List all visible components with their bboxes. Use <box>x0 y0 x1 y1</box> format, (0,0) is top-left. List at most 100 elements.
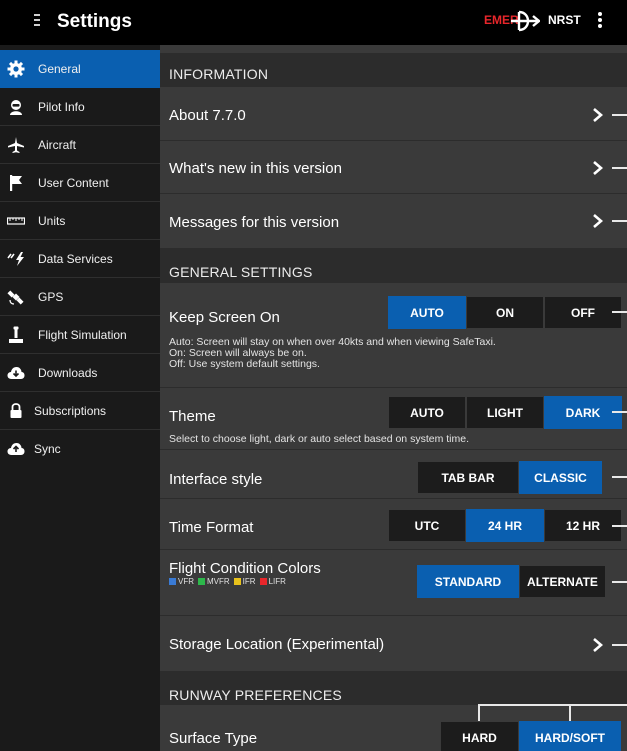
theme-desc: Select to choose light, dark or auto sel… <box>169 433 469 445</box>
time-12hr-button[interactable]: 12 HR <box>544 509 622 542</box>
surface-hard-soft-button[interactable]: HARD/SOFT <box>519 721 621 751</box>
about-label: About 7.7.0 <box>169 107 246 124</box>
callout-line <box>478 704 627 706</box>
chevron-right-icon <box>593 108 603 122</box>
callout-line <box>612 167 627 169</box>
joystick-icon <box>7 326 25 344</box>
satellite-icon <box>7 288 25 306</box>
interface-tab-bar-button[interactable]: TAB BAR <box>417 461 519 494</box>
chevron-right-icon <box>593 214 603 228</box>
sidebar-item-label: GPS <box>38 290 64 304</box>
keep-screen-off-button[interactable]: OFF <box>544 296 622 329</box>
flag-icon <box>7 174 25 192</box>
sidebar-item-downloads[interactable]: Downloads <box>0 354 160 392</box>
sidebar-item-units[interactable]: Units <box>0 202 160 240</box>
cloud-download-icon <box>7 364 25 382</box>
keep-screen-on-segmented: AUTO ON OFF <box>388 296 622 329</box>
surface-hard-button[interactable]: HARD <box>440 721 519 751</box>
pilot-icon <box>7 98 25 116</box>
surface-type-label: Surface Type <box>169 730 258 747</box>
section-header-information: INFORMATION <box>160 53 627 87</box>
sidebar-item-user-content[interactable]: User Content <box>0 164 160 202</box>
interface-classic-button[interactable]: CLASSIC <box>519 461 602 494</box>
storage-location-row[interactable]: Storage Location (Experimental) <box>160 616 627 671</box>
keep-screen-on-button[interactable]: ON <box>466 296 544 329</box>
messages-label: Messages for this version <box>169 214 340 231</box>
top-bar: Settings EMER NRST <box>0 0 627 45</box>
interface-style-row: Interface style TAB BAR CLASSIC <box>160 450 627 499</box>
sidebar-item-label: Aircraft <box>38 138 77 152</box>
sidebar-item-flight-simulation[interactable]: Flight Simulation <box>0 316 160 354</box>
section-title: INFORMATION <box>169 66 269 82</box>
callout-line <box>612 525 627 527</box>
sidebar-item-general[interactable]: General <box>0 50 160 88</box>
about-row[interactable]: About 7.7.0 <box>160 87 627 141</box>
section-header-runway: RUNWAY PREFERENCES <box>160 671 627 705</box>
interface-style-label: Interface style <box>169 471 263 488</box>
sidebar-item-pilot-info[interactable]: Pilot Info <box>0 88 160 126</box>
sidebar-item-label: Downloads <box>38 366 98 380</box>
lock-icon <box>7 402 25 420</box>
keep-screen-on-label: Keep Screen On <box>169 309 280 326</box>
theme-segmented: AUTO LIGHT DARK <box>388 396 622 429</box>
surface-type-segmented: HARD HARD/SOFT <box>440 721 621 751</box>
callout-line <box>569 704 571 721</box>
section-title: GENERAL SETTINGS <box>169 264 313 280</box>
nearest-button[interactable]: NRST <box>548 13 581 27</box>
lifr-swatch <box>259 578 267 585</box>
airplane-icon <box>7 136 25 154</box>
callout-line <box>612 220 627 222</box>
sidebar-item-gps[interactable]: GPS <box>0 278 160 316</box>
sidebar-item-label: General <box>38 62 81 76</box>
callout-line <box>612 114 627 116</box>
flight-condition-legend: VFR MVFR IFR LIFR <box>169 577 290 586</box>
sidebar-item-label: Sync <box>34 442 61 456</box>
ruler-icon <box>7 212 25 230</box>
theme-light-button[interactable]: LIGHT <box>466 396 544 429</box>
mvfr-label: MVFR <box>207 577 230 586</box>
sidebar-item-subscriptions[interactable]: Subscriptions <box>0 392 160 430</box>
theme-auto-button[interactable]: AUTO <box>388 396 466 429</box>
settings-content: INFORMATION About 7.7.0 What's new in th… <box>160 45 627 751</box>
cloud-sync-icon <box>7 440 25 458</box>
sidebar-item-label: Pilot Info <box>38 100 85 114</box>
theme-row: Theme AUTO LIGHT DARK Select to choose l… <box>160 388 627 450</box>
vfr-label: VFR <box>178 577 194 586</box>
whats-new-label: What's new in this version <box>169 160 342 177</box>
time-format-label: Time Format <box>169 519 254 536</box>
chevron-right-icon <box>593 638 603 652</box>
sidebar-item-data-services[interactable]: Data Services <box>0 240 160 278</box>
colors-standard-button[interactable]: STANDARD <box>417 565 519 598</box>
settings-sidebar: General Pilot Info Aircraft User Content <box>0 45 160 751</box>
sidebar-item-sync[interactable]: Sync <box>0 430 160 468</box>
lifr-label: LIFR <box>268 577 286 586</box>
callout-line <box>612 644 627 646</box>
messages-row[interactable]: Messages for this version <box>160 194 627 248</box>
time-utc-button[interactable]: UTC <box>388 509 466 542</box>
mvfr-swatch <box>198 578 205 585</box>
colors-alternate-button[interactable]: ALTERNATE <box>519 565 606 598</box>
keep-screen-desc-off: Off: Use system default settings. <box>169 358 320 370</box>
callout-line <box>612 581 627 583</box>
menu-icon[interactable] <box>32 11 42 31</box>
section-header-general: GENERAL SETTINGS <box>160 248 627 283</box>
more-options-icon[interactable] <box>597 10 603 32</box>
sidebar-item-label: Subscriptions <box>34 404 107 418</box>
time-24hr-button[interactable]: 24 HR <box>466 509 544 542</box>
keep-screen-auto-button[interactable]: AUTO <box>388 296 466 329</box>
whats-new-row[interactable]: What's new in this version <box>160 141 627 194</box>
direct-to-icon[interactable] <box>510 9 540 33</box>
sidebar-item-label: Units <box>38 214 66 228</box>
sidebar-item-aircraft[interactable]: Aircraft <box>0 126 160 164</box>
callout-line <box>612 476 627 478</box>
keep-screen-on-row: Keep Screen On AUTO ON OFF Auto: Screen … <box>160 283 627 388</box>
flight-condition-colors-segmented: STANDARD ALTERNATE <box>417 565 606 598</box>
data-services-icon <box>7 250 25 268</box>
gear-icon <box>7 60 25 78</box>
theme-label: Theme <box>169 408 216 425</box>
flight-condition-colors-row: Flight Condition Colors VFR MVFR IFR LIF… <box>160 550 627 616</box>
sidebar-item-label: Data Services <box>38 252 113 266</box>
flight-condition-colors-label: Flight Condition Colors <box>169 560 321 577</box>
theme-dark-button[interactable]: DARK <box>544 396 622 429</box>
interface-style-segmented: TAB BAR CLASSIC <box>417 461 602 494</box>
